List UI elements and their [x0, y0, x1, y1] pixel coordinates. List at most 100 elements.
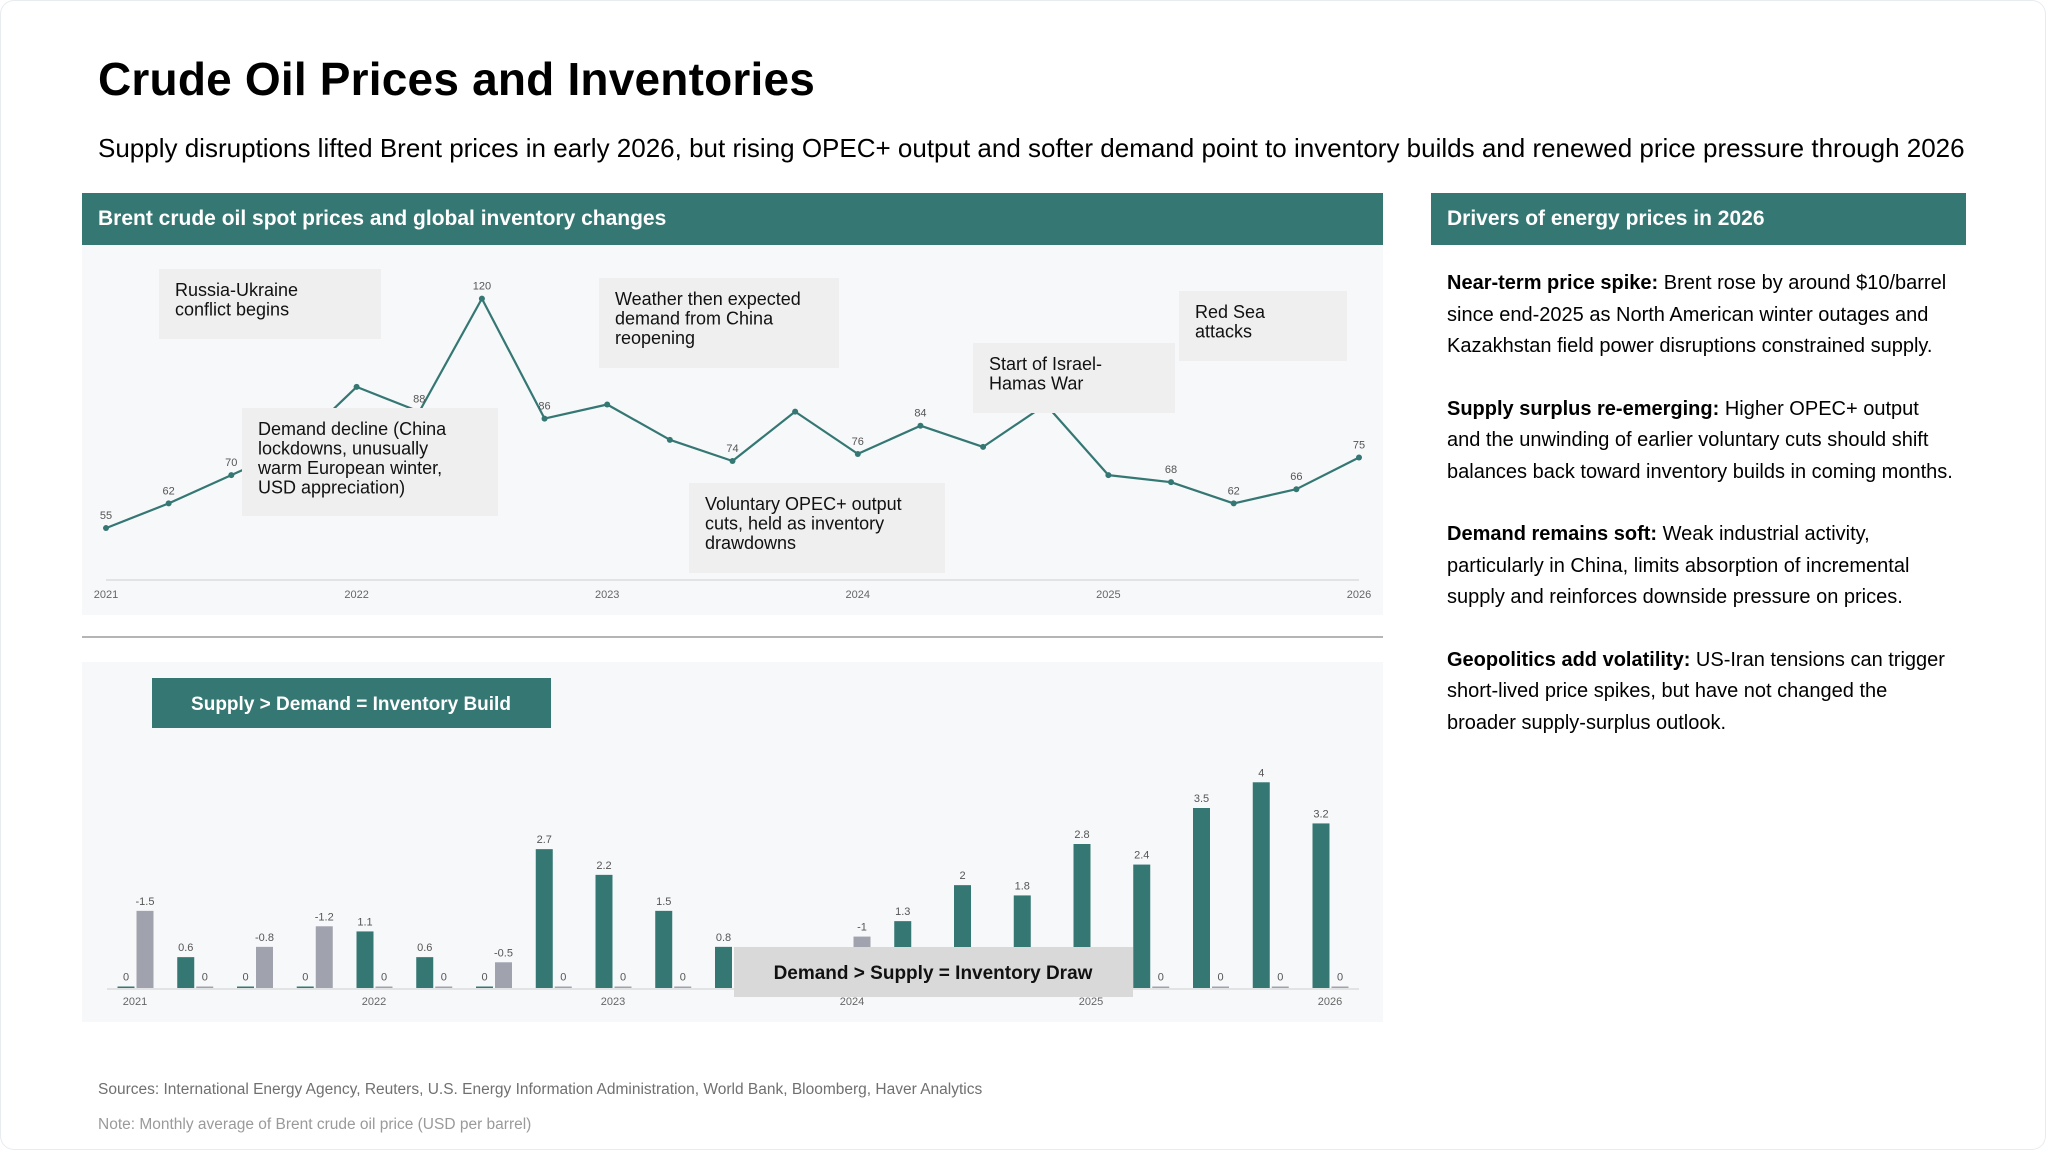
price-point [792, 408, 799, 415]
driver-item: Demand remains soft: Weak industrial act… [1447, 519, 1957, 614]
draw-bar-label: 0 [202, 972, 208, 984]
annotation-text-line: conflict begins [175, 300, 289, 320]
price-line-chart-area: 2021202220232024202520265562707888120867… [82, 245, 1383, 615]
build-bar [1252, 782, 1270, 988]
price-data-label: 120 [473, 281, 491, 293]
price-data-label: 84 [914, 408, 926, 420]
build-bar [177, 957, 195, 988]
annotation-text-line: cuts, held as inventory [705, 514, 884, 534]
build-bar-label: 2.7 [537, 834, 552, 846]
draw-bar [554, 986, 572, 988]
annotation-text-line: attacks [1195, 322, 1252, 342]
chart-panel-header: Brent crude oil spot prices and global i… [82, 193, 1383, 245]
x-tick-label: 2025 [1096, 589, 1120, 601]
price-point [1293, 486, 1300, 493]
build-bar-label: 1.1 [357, 916, 372, 928]
price-data-label: 86 [538, 401, 550, 413]
price-point [917, 422, 924, 429]
price-point [1230, 500, 1237, 507]
draw-bar [495, 962, 512, 988]
annotation-text-line: Red Sea [1195, 302, 1266, 322]
chart-divider [82, 636, 1383, 638]
build-bar-label: 4 [1258, 767, 1264, 779]
annotation-text-line: Russia-Ukraine [175, 280, 298, 300]
draw-bar-label: 0 [620, 972, 626, 984]
inventory-bar-chart: 2021 2022 2023 2024 2025 2026 0 -1.5 0.6 0 0 -0.8 0 -… [107, 678, 1359, 1008]
driver-item: Geopolitics add volatility: US-Iran tens… [1447, 645, 1957, 740]
page-subtitle: Supply disruptions lifted Brent prices i… [98, 133, 1965, 163]
draw-bar-label: 0 [560, 972, 566, 984]
driver-heading: Demand remains soft: [1447, 523, 1658, 545]
x-tick-label: 2026 [1347, 589, 1371, 601]
build-bar [715, 946, 732, 988]
price-point [729, 458, 736, 464]
driver-heading: Geopolitics add volatility: [1447, 648, 1691, 671]
annotation-text: Russia-Ukraine conflict begins [175, 280, 298, 320]
annotation-text-line: Voluntary OPEC+ output [705, 494, 902, 514]
build-bar-label: 2.8 [1074, 829, 1089, 841]
price-data-label: 62 [163, 485, 175, 497]
draw-bar [1152, 986, 1170, 988]
annotation-text-line: drawdowns [705, 533, 796, 553]
build-bar [1133, 864, 1151, 988]
sources-footnote: Sources: International Energy Agency, Re… [98, 1081, 983, 1098]
price-point [541, 415, 548, 422]
draw-bar [1212, 986, 1229, 988]
x-tick-label: 2022 [344, 589, 368, 601]
build-bar-label: 2.4 [1134, 850, 1149, 862]
draw-bar [435, 986, 453, 988]
x-tick-label: 2024 [846, 589, 870, 601]
draw-bar-label: 0 [1337, 972, 1343, 984]
price-point [165, 500, 172, 507]
price-point [1168, 479, 1175, 486]
price-point [1105, 472, 1112, 479]
x-tick-label: 2026 [1318, 996, 1342, 1008]
driver-item: Supply surplus re-emerging: Higher OPEC+… [1447, 394, 1957, 489]
price-data-label: 74 [726, 443, 738, 455]
x-tick-label: 2022 [362, 996, 386, 1008]
draw-bar-label: 0 [381, 972, 387, 984]
draw-bar [614, 986, 632, 988]
annotation-text-line: Hamas War [989, 374, 1083, 394]
x-tick-label: 2023 [595, 589, 619, 601]
build-bar-label: 0.6 [417, 942, 432, 954]
drivers-panel-header: Drivers of energy prices in 2026 [1431, 193, 1966, 245]
draw-bar [674, 986, 692, 988]
price-point [604, 401, 611, 408]
price-point [1356, 454, 1362, 461]
driver-heading: Near-term price spike: [1447, 272, 1659, 294]
price-data-label: 62 [1228, 485, 1240, 497]
price-point [854, 450, 861, 457]
draw-bar-label: 0 [1158, 972, 1164, 984]
draw-bar [1331, 986, 1349, 988]
build-bar-label: 3.2 [1313, 808, 1328, 820]
build-bar [595, 874, 613, 988]
build-bar-label: 2 [959, 870, 965, 882]
price-data-label: 68 [1165, 464, 1177, 476]
build-bar [416, 957, 434, 988]
build-bar [535, 849, 553, 988]
annotation-text-line: Demand decline (China [258, 419, 447, 439]
draw-bar [196, 986, 214, 988]
build-bar [655, 910, 673, 988]
draw-bar-label: -0.8 [255, 932, 274, 944]
draw-bar-label: 0 [680, 972, 686, 984]
build-bar-label: 0 [481, 972, 487, 984]
x-tick-label: 2024 [840, 996, 864, 1008]
annotation-text-line: demand from China [615, 309, 774, 329]
build-bar-label: 1.3 [895, 906, 910, 918]
x-tick-label: 2021 [94, 589, 118, 601]
draw-bar-label: 0 [1217, 972, 1223, 984]
annotation-text-line: lockdowns, unusually [258, 439, 428, 459]
price-point [103, 525, 109, 532]
draw-bar-label: 0 [1277, 972, 1283, 984]
price-point [666, 436, 673, 443]
build-bar [1193, 808, 1210, 988]
draw-bar-label: -1.5 [136, 896, 155, 908]
draw-bar-label: -1.2 [315, 911, 334, 923]
price-point [353, 383, 360, 390]
drivers-list: Near-term price spike: Brent rose by aro… [1447, 268, 1957, 770]
build-bar [1312, 823, 1330, 988]
build-bar-label: 0 [242, 972, 248, 984]
draw-bar [136, 910, 154, 988]
